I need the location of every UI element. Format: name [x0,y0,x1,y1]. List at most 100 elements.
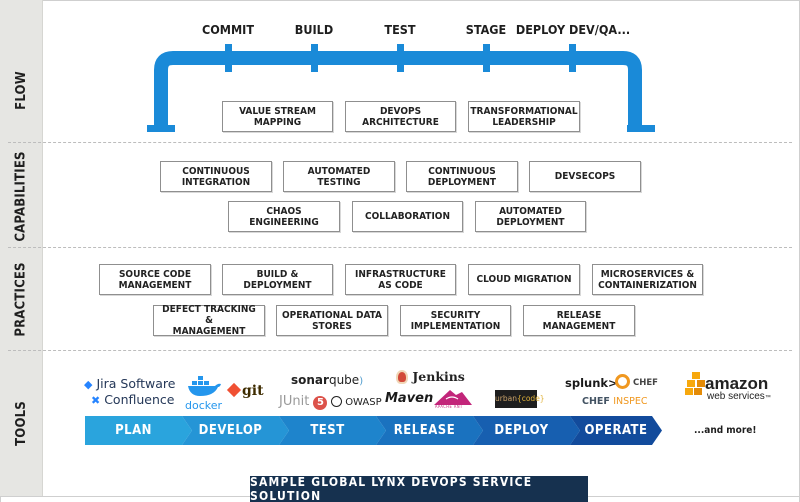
jira-icon: ◆ [84,378,93,391]
pipeline-joint-test [397,44,404,72]
pipeline-joint-stage [483,44,490,72]
flow-box-devops-architecture: DEVOPS ARCHITECTURE [345,101,456,132]
pipeline-right-foot [627,125,655,132]
splunk-logo: splunk> [565,376,618,390]
stage-test: TEST [310,423,345,438]
confluence-icon: ✖ [91,394,101,407]
practice-cloud-migration: CLOUD MIGRATION [468,264,580,295]
urbancode-label-b: {code} [516,394,545,403]
chef-inspec-label-b: INSPEC [613,396,648,407]
section-label-capabilities: CAPABILITIES [0,145,43,247]
jenkins-butler-icon [396,370,408,384]
sonarqube-label-a: sonar [291,373,329,387]
practice-release-management: RELEASE MANAGEMENT [523,305,635,336]
practice-source-code-management: SOURCE CODE MANAGEMENT [99,264,211,295]
box-line: INFRASTRUCTURE [355,268,446,280]
flow-box-value-stream-mapping: VALUE STREAM MAPPING [222,101,333,132]
box-line: OPERATIONAL DATA [282,309,382,321]
flow-stage-commit: COMMIT [201,22,255,37]
stage-plan: PLAN [115,423,152,438]
docker-logo: docker [185,375,225,411]
box-line: ARCHITECTURE [362,116,439,128]
chef-logo: CHEF [615,374,658,389]
box-line: CONTAINERIZATION [598,279,697,291]
flow-stage-build: BUILD [294,22,334,37]
aws-web-services-label: web services™ [707,391,771,402]
capability-chaos-engineering: CHAOS ENGINEERING [228,201,340,232]
confluence-label: Confluence [104,392,175,407]
pipeline-joint-deploy [569,44,576,72]
box-line: SOURCE CODE [118,268,192,280]
box-line: CLOUD MIGRATION [476,274,572,285]
box-line: INTEGRATION [181,176,251,188]
git-label: git [242,383,264,399]
box-line: DEPLOYMENT [496,216,565,228]
aws-logo: amazon web services™ [685,371,771,407]
box-line: SECURITY [430,309,481,321]
urbancode-logo: urban{code} [495,390,545,408]
stage-operate: OPERATE [584,423,648,438]
box-line: CONTINUOUS [428,165,496,177]
practice-microservices-containerization: MICROSERVICES & CONTAINERIZATION [592,264,703,295]
box-line: AUTOMATED [307,165,371,177]
box-line: STORES [312,320,352,332]
box-line: VALUE STREAM [239,105,316,117]
urbancode-label-a: urban [495,394,517,403]
box-line: DEVSECOPS [554,171,616,182]
pipeline-joint-commit [225,44,232,72]
aws-web-services-text: web services [707,391,765,402]
junit-label: JUnit [279,394,310,409]
stage-develop: DEVELOP [198,423,263,438]
capability-devsecops: DEVSECOPS [529,161,641,192]
git-logo: git [226,382,264,399]
box-line: RELEASE [556,309,602,321]
chef-icon [615,374,630,389]
flow-stage-stage: STAGE [465,22,507,37]
stage-deploy: DEPLOY [494,423,549,438]
owasp-icon [331,396,342,407]
box-line: MANAGEMENT [542,320,616,332]
practice-operational-data-stores: OPERATIONAL DATA STORES [276,305,388,336]
jenkins-label: Jenkins [412,369,465,384]
sonarqube-wave-icon: ) [359,376,364,387]
git-icon [226,382,242,398]
apache-ant-logo: APACHE ANT [432,386,474,410]
and-more-label: ...and more! [694,425,757,436]
box-line: IMPLEMENTATION [410,320,501,332]
box-line: CHAOS ENGINEERING [249,205,319,228]
box-line: TESTING [317,176,361,188]
capability-continuous-deployment: CONTINUOUS DEPLOYMENT [406,161,518,192]
box-line: LEADERSHIP [492,116,556,128]
box-line: CONTINUOUS [182,165,250,177]
chef-inspec-label-a: CHEF [582,396,610,407]
owasp-label: OWASP [345,397,382,408]
practice-defect-tracking: DEFECT TRACKING & MANAGEMENT [153,304,265,337]
pipeline-left-foot [147,125,175,132]
box-line: COLLABORATION [365,211,450,222]
box-line: BUILD & [256,268,299,280]
box-line: MANAGEMENT [172,326,246,337]
junit-logo: JUnit 5 [279,394,328,410]
jenkins-logo: Jenkins [396,369,465,384]
docker-whale-icon [188,376,221,396]
sonarqube-logo: sonarqube) [291,373,363,387]
aws-tm: ™ [764,395,771,401]
box-line: DEFECT TRACKING & [162,304,256,326]
practice-security-implementation: SECURITY IMPLEMENTATION [400,305,511,336]
section-label-text: PRACTICES [14,261,29,337]
capability-continuous-integration: CONTINUOUS INTEGRATION [160,161,272,192]
jira-logo: ◆ Jira Software [84,376,176,391]
section-label-practices: PRACTICES [0,250,43,348]
capability-automated-testing: AUTOMATED TESTING [283,161,395,192]
section-divider [8,142,792,143]
diagram-caption: SAMPLE GLOBAL LYNX DEVOPS SERVICE SOLUTI… [250,475,588,502]
section-label-text: CAPABILITIES [14,150,30,242]
flow-stage-deploy: DEPLOY DEV/QA... [515,22,631,37]
apache-ant-label: APACHE ANT [435,404,463,409]
capability-collaboration: COLLABORATION [352,201,463,232]
box-line: AS CODE [378,279,423,291]
owasp-logo: OWASP [331,396,382,408]
practice-infrastructure-as-code: INFRASTRUCTURE AS CODE [345,264,456,295]
box-line: MICROSERVICES & [600,268,695,280]
confluence-logo: ✖ Confluence [91,392,174,407]
